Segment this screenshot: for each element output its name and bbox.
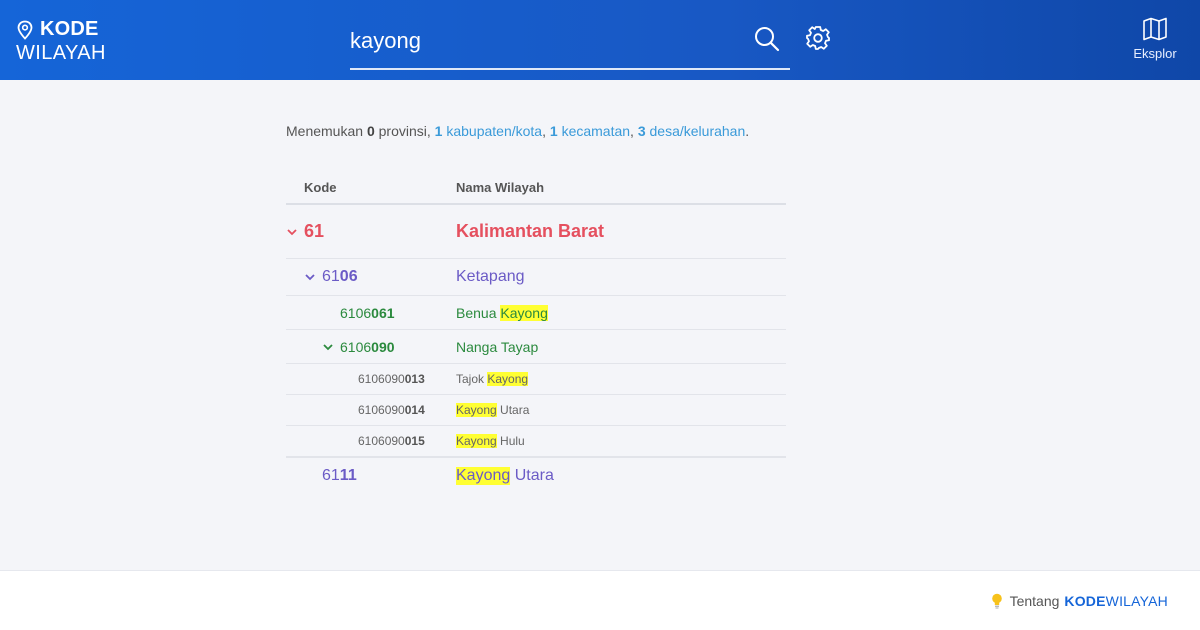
region-code: 61 11 xyxy=(322,458,357,494)
code-suffix: 090 xyxy=(371,338,395,355)
region-code: 6106090 015 xyxy=(358,426,425,456)
code-suffix: 061 xyxy=(371,304,395,321)
brand-kode: KODE xyxy=(1064,593,1106,609)
region-code: 6106090 013 xyxy=(358,364,425,394)
search-highlight: Kayong xyxy=(456,467,511,485)
table-header: Kode Nama Wilayah xyxy=(286,168,786,205)
name-text: Hulu xyxy=(496,434,525,448)
code-prefix: 6106 xyxy=(340,304,372,321)
summary-kabupaten-link[interactable]: 1 kabupaten/kota xyxy=(435,123,542,139)
table-row-desa[interactable]: 6106090 015 Kayong Hulu xyxy=(286,426,786,457)
summary-provinsi-label: provinsi, xyxy=(378,123,431,139)
summary-kab-label: kabupaten/kota xyxy=(446,123,543,139)
summary-kec-count: 1 xyxy=(549,123,558,139)
column-header-name: Nama Wilayah xyxy=(456,180,545,195)
search-highlight: Kayong xyxy=(456,403,497,417)
table-row-kecamatan[interactable]: 6106 090 Nanga Tayap xyxy=(286,330,786,364)
code-prefix: 6106 xyxy=(340,338,372,355)
map-pin-icon xyxy=(17,20,33,40)
logo-text-wilayah: WILAYAH xyxy=(16,42,106,64)
code-prefix: 6106090 xyxy=(358,372,405,386)
name-text: Utara xyxy=(510,467,554,484)
search-icon xyxy=(755,27,780,52)
code-suffix: 013 xyxy=(404,372,425,386)
region-code: 6106 061 xyxy=(340,296,395,329)
region-name: Kalimantan Barat xyxy=(456,221,605,241)
results-table: Kode Nama Wilayah 61 Kalimantan Barat 61… xyxy=(286,168,786,494)
region-name: Kayong Hulu xyxy=(456,426,525,456)
table-row-kabupaten[interactable]: 61 06 Ketapang xyxy=(286,259,786,296)
region-name: Benua Kayong xyxy=(456,296,548,329)
lightbulb-icon xyxy=(991,593,1002,609)
about-link[interactable]: Tentang KODE WILAYAH xyxy=(991,593,1168,609)
search-highlight: Kayong xyxy=(487,372,529,386)
column-header-code: Kode xyxy=(304,180,337,195)
search-input[interactable] xyxy=(350,24,730,58)
summary-prefix: Menemukan xyxy=(286,123,364,139)
chevron-down-icon[interactable] xyxy=(322,341,334,353)
table-row-kabupaten[interactable]: 61 11 Kayong Utara xyxy=(286,457,786,494)
chevron-down-icon[interactable] xyxy=(286,226,298,238)
region-name: Kayong Utara xyxy=(456,458,554,494)
header: KODE WILAYAH Eksplor xyxy=(0,0,1200,80)
brand-wilayah: WILAYAH xyxy=(1105,593,1168,609)
name-text: Tajok xyxy=(456,372,488,386)
code-suffix: 61 xyxy=(304,221,325,241)
chevron-down-icon[interactable] xyxy=(304,271,316,283)
explore-label: Eksplor xyxy=(1133,46,1177,61)
region-name: Ketapang xyxy=(456,268,525,285)
search-bar xyxy=(350,20,790,70)
code-prefix: 6106090 xyxy=(358,403,405,417)
summary-kec-label: kecamatan xyxy=(561,123,631,139)
region-code: 61 xyxy=(286,205,324,258)
logo-text-kode: KODE xyxy=(40,18,99,40)
code-prefix: 6106090 xyxy=(358,434,405,448)
region-code: 6106090 014 xyxy=(358,395,425,425)
table-row-desa[interactable]: 6106090 014 Kayong Utara xyxy=(286,395,786,426)
summary-desa-count: 3 xyxy=(637,123,646,139)
code-suffix: 014 xyxy=(404,403,425,417)
region-name: Tajok Kayong xyxy=(456,364,529,394)
settings-button[interactable] xyxy=(804,24,832,52)
code-suffix: 015 xyxy=(404,434,425,448)
search-summary: Menemukan 0 provinsi, 1 kabupaten/kota, … xyxy=(286,123,750,139)
name-text: Utara xyxy=(496,403,530,417)
code-prefix: 61 xyxy=(322,268,340,285)
summary-kecamatan-link[interactable]: 1 kecamatan xyxy=(550,123,630,139)
table-row-province[interactable]: 61 Kalimantan Barat xyxy=(286,205,786,259)
summary-desa-link[interactable]: 3 desa/kelurahan xyxy=(638,123,745,139)
region-code: 6106 090 xyxy=(322,330,395,363)
gear-icon xyxy=(806,26,830,50)
code-suffix: 06 xyxy=(339,268,358,285)
map-icon xyxy=(1143,17,1167,41)
logo[interactable]: KODE WILAYAH xyxy=(16,18,126,66)
search-highlight: Kayong xyxy=(456,434,497,448)
region-code: 61 06 xyxy=(304,259,358,295)
summary-provinsi-count: 0 xyxy=(366,123,375,139)
summary-kab-count: 1 xyxy=(434,123,443,139)
footer: Tentang KODE WILAYAH xyxy=(0,570,1200,630)
table-row-kecamatan[interactable]: 6106 061 Benua Kayong xyxy=(286,296,786,330)
code-prefix: 61 xyxy=(322,467,340,484)
explore-button[interactable]: Eksplor xyxy=(1126,16,1184,66)
region-name: Kayong Utara xyxy=(456,395,529,425)
about-label: Tentang xyxy=(1009,593,1060,609)
region-name: Nanga Tayap xyxy=(456,338,539,355)
name-text: Benua xyxy=(456,304,501,321)
search-highlight: Kayong xyxy=(500,304,548,321)
code-suffix: 11 xyxy=(339,467,357,484)
summary-desa-label: desa/kelurahan xyxy=(649,123,746,139)
table-row-desa[interactable]: 6106090 013 Tajok Kayong xyxy=(286,364,786,395)
search-button[interactable] xyxy=(752,24,782,54)
